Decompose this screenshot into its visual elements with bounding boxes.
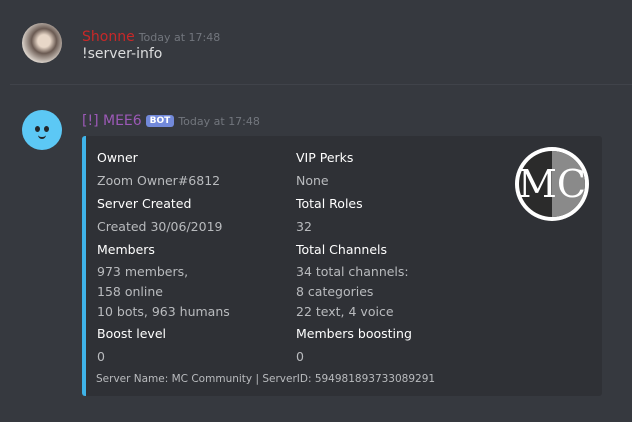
eye-icon xyxy=(35,126,40,132)
author-name[interactable]: [!] MEE6 xyxy=(82,113,142,129)
eye-icon xyxy=(44,126,49,132)
message-header: Shonne Today at 17:48 xyxy=(82,26,220,45)
server-info-embed: Owner Zoom Owner#6812 Server Created Cre… xyxy=(82,136,602,396)
field-name-members: Members xyxy=(97,242,155,257)
message-divider xyxy=(10,84,632,85)
mouth-icon xyxy=(38,134,46,139)
field-value-members-line: 973 members, xyxy=(97,264,189,279)
field-name-vip-perks: VIP Perks xyxy=(296,150,354,165)
field-name-owner: Owner xyxy=(97,150,138,165)
timestamp: Today at 17:48 xyxy=(178,115,260,128)
field-name-total-roles: Total Roles xyxy=(296,196,363,211)
field-value-boost-level: 0 xyxy=(97,349,105,364)
message-content: !server-info xyxy=(82,46,163,62)
field-name-members-boosting: Members boosting xyxy=(296,326,412,341)
bot-badge: BOT xyxy=(145,115,175,127)
timestamp: Today at 17:48 xyxy=(138,31,221,44)
mc-community-logo-icon[interactable]: MC xyxy=(514,146,590,222)
field-value-members-line: 158 online xyxy=(97,284,163,299)
field-name-server-created: Server Created xyxy=(97,196,192,211)
field-value-channels-line: 34 total channels: xyxy=(296,264,409,279)
user-avatar-shonne[interactable] xyxy=(22,23,62,63)
field-value-members-line: 10 bots, 963 humans xyxy=(97,304,230,319)
field-value-total-roles: 32 xyxy=(296,219,312,234)
logo-text: MC xyxy=(518,162,586,206)
field-value-members-boosting: 0 xyxy=(296,349,304,364)
mee6-avatar-icon[interactable] xyxy=(22,110,62,150)
field-value-server-created: Created 30/06/2019 xyxy=(97,219,223,234)
embed-footer: Server Name: MC Community | ServerID: 59… xyxy=(96,373,436,385)
field-value-channels-line: 8 categories xyxy=(296,284,374,299)
field-name-total-channels: Total Channels xyxy=(296,242,387,257)
field-name-boost-level: Boost level xyxy=(97,326,166,341)
message-header: [!] MEE6 BOT Today at 17:48 xyxy=(82,110,260,129)
field-value-channels-line: 22 text, 4 voice xyxy=(296,304,394,319)
field-value-owner: Zoom Owner#6812 xyxy=(97,173,221,188)
author-name[interactable]: Shonne xyxy=(82,29,135,45)
field-value-vip-perks: None xyxy=(296,173,329,188)
